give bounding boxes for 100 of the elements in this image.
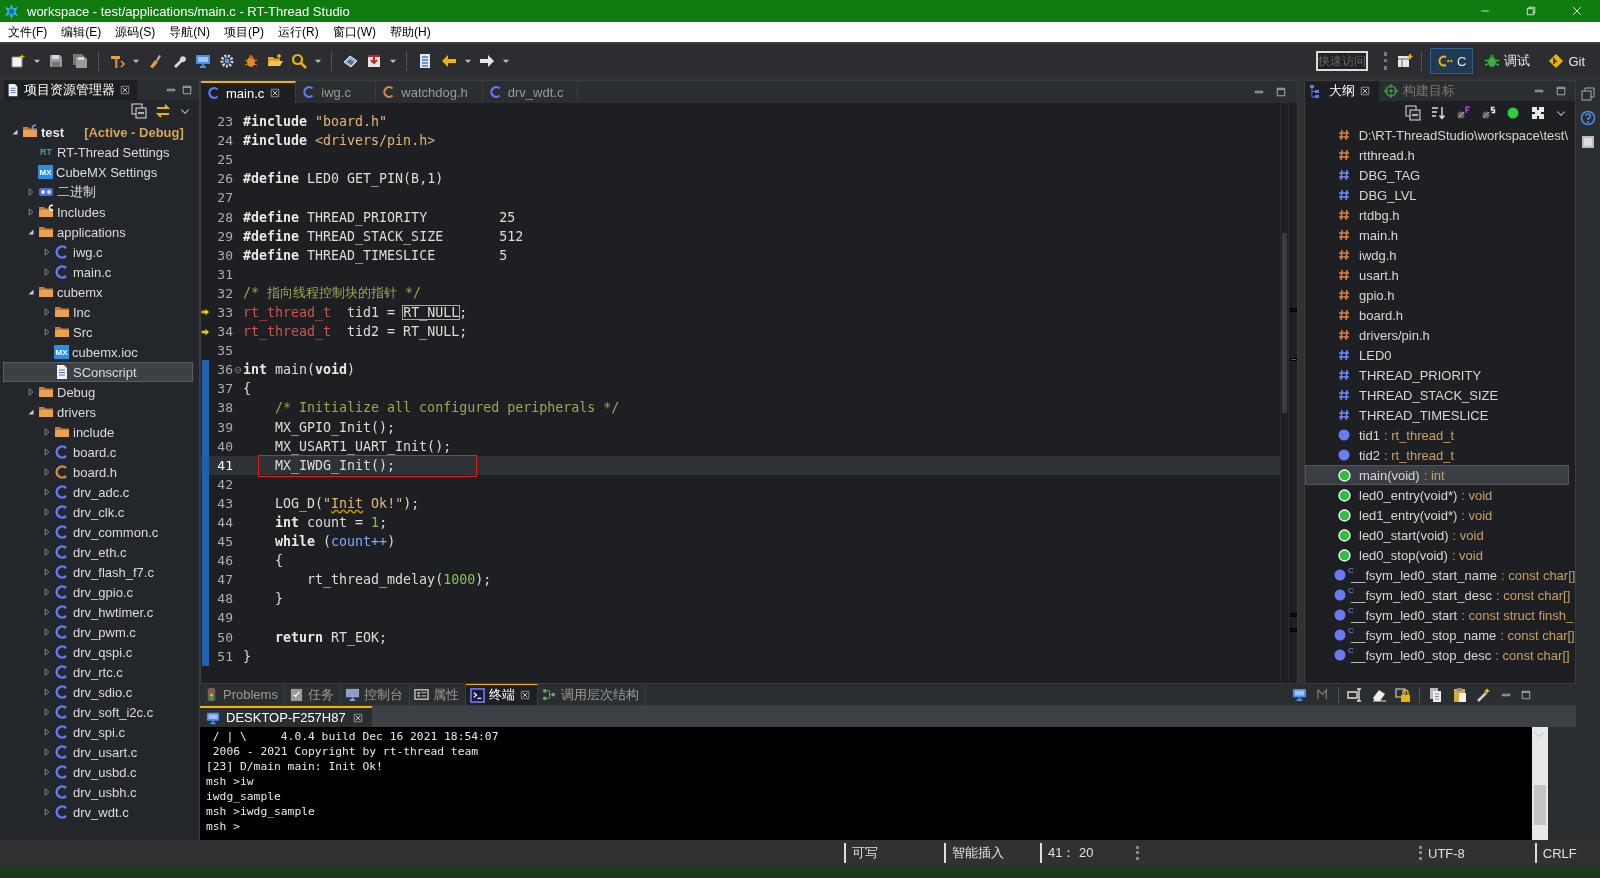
editor-tab[interactable]: watchdog.h [376, 81, 483, 103]
folder-icon[interactable] [267, 53, 283, 69]
tree-item-label: applications [57, 224, 126, 240]
cpp-icon [1437, 53, 1453, 69]
code-line: rt_thread_t tid1 = RT_NULL; [243, 305, 468, 320]
paste-icon[interactable] [1452, 686, 1468, 703]
close-icon[interactable] [269, 87, 282, 99]
outline-item-label[interactable]: LED0 [1359, 347, 1392, 363]
filter-dot-icon[interactable] [1505, 105, 1521, 121]
lock-icon[interactable] [1395, 686, 1411, 703]
menu-item[interactable]: 帮助(H) [383, 23, 438, 41]
wand-icon[interactable] [1476, 686, 1492, 703]
outline-item-label[interactable]: led0_start(void) [1359, 527, 1449, 543]
outline-item-label[interactable]: tid1 [1359, 427, 1380, 443]
outline-item-label[interactable]: __fsym_led0_start_desc [1351, 587, 1492, 603]
restore-icon[interactable] [1580, 86, 1596, 102]
outline-item-label[interactable]: led0_entry(void*) [1359, 487, 1458, 503]
outline-item-label[interactable]: tid2 [1359, 447, 1380, 463]
editor-tab[interactable]: drv_wdt.c [482, 81, 579, 103]
menu-item[interactable]: 项目(P) [217, 23, 271, 41]
outline-item-label[interactable]: led1_entry(void*) [1359, 507, 1458, 523]
selected-row-highlight[interactable]: SConscript [3, 362, 193, 382]
maximize-icon[interactable] [181, 84, 193, 96]
square-icon[interactable] [1580, 134, 1596, 150]
list-icon[interactable] [417, 53, 433, 69]
save-all-icon[interactable] [72, 53, 88, 69]
outline-item-label[interactable]: iwdg.h [1359, 247, 1397, 263]
chip-icon[interactable] [342, 53, 358, 69]
menu-item[interactable]: 源码(S) [108, 23, 163, 41]
close-icon[interactable] [351, 711, 364, 724]
hide-static-icon[interactable] [1480, 105, 1496, 121]
maximize-icon[interactable] [1275, 86, 1287, 98]
gear-icon[interactable] [219, 53, 235, 69]
search-icon[interactable] [291, 53, 307, 69]
forward-arrow-icon[interactable] [479, 53, 495, 69]
perspective-button[interactable]: C [1430, 48, 1474, 74]
new-file-icon[interactable] [10, 53, 26, 69]
perspective-button[interactable]: Git [1541, 48, 1592, 74]
maximize-icon[interactable] [1555, 85, 1567, 97]
close-icon[interactable] [119, 84, 131, 96]
outline-item-label[interactable]: rtthread.h [1359, 147, 1415, 163]
panel-tab[interactable]: 大纲 [1305, 81, 1379, 101]
selected-row-highlight[interactable]: main(void) : int [1305, 465, 1569, 485]
outline-item-label[interactable]: gpio.h [1359, 287, 1395, 303]
outline-item-label[interactable]: DBG_LVL [1359, 187, 1417, 203]
panel-tab[interactable]: 属性 [409, 684, 466, 705]
outline-item-label[interactable]: DBG_TAG [1359, 167, 1421, 183]
panel-tab[interactable]: 调用层次结构 [537, 684, 646, 705]
hide-fields-icon[interactable] [1455, 105, 1471, 121]
outline-item-label[interactable]: THREAD_TIMESLICE [1359, 407, 1489, 423]
panel-tab[interactable]: Problems [200, 684, 285, 705]
panel-tab[interactable]: 终端 [465, 684, 538, 705]
back-arrow-icon[interactable] [441, 53, 457, 69]
outline-item-label[interactable]: board.h [1359, 307, 1404, 323]
bug-icon[interactable] [243, 53, 259, 69]
save-icon[interactable] [48, 53, 64, 69]
perspective-button[interactable]: 调试 [1477, 48, 1538, 74]
perspective-icon[interactable] [1397, 53, 1413, 69]
collapse-all-icon[interactable] [131, 103, 147, 119]
puzzle-icon[interactable] [1530, 105, 1546, 121]
monitor-icon[interactable] [1292, 687, 1307, 702]
outline-item-label[interactable]: THREAD_PRIORITY [1359, 367, 1482, 383]
terminal-tab[interactable]: DESKTOP-F257H87 [200, 706, 372, 727]
download-icon[interactable] [366, 53, 382, 69]
monitor-icon[interactable] [195, 53, 211, 69]
close-icon[interactable] [518, 689, 531, 701]
outline-item-label[interactable]: THREAD_STACK_SIZE [1359, 387, 1499, 403]
editor-tab[interactable]: main.c [201, 81, 297, 103]
menu-item[interactable]: 文件(F) [1, 23, 55, 41]
panel-tab[interactable]: 项目资源管理器 [4, 80, 137, 100]
outline-item-label[interactable]: __fsym_led0_start_name [1351, 567, 1497, 583]
menu-item[interactable]: 编辑(E) [54, 23, 109, 41]
maximize-icon[interactable] [1520, 688, 1532, 701]
fold-icon[interactable] [233, 364, 243, 375]
close-icon[interactable] [1359, 85, 1371, 97]
line-number: 46 [216, 553, 233, 569]
editor-tab[interactable]: iwg.c [296, 81, 377, 103]
copy-icon[interactable] [1428, 686, 1444, 703]
collapse-all-icon[interactable] [1405, 105, 1421, 121]
scrollbar[interactable] [1532, 727, 1548, 840]
help-icon[interactable] [1580, 110, 1596, 126]
outline-item-label[interactable]: __fsym_led0_stop_name [1351, 627, 1497, 643]
menu-item[interactable]: 运行(R) [271, 23, 326, 41]
panel-tab[interactable]: 控制台 [340, 684, 410, 705]
outline-item-label[interactable]: main.h [1359, 227, 1399, 243]
broom-icon[interactable] [147, 53, 163, 69]
outline-item-label[interactable]: usart.h [1359, 267, 1399, 283]
outline-item-label[interactable]: rtdbg.h [1359, 207, 1400, 223]
sort-icon[interactable] [1430, 105, 1446, 121]
scroll-lock-icon[interactable] [1347, 686, 1363, 703]
outline-item-label[interactable]: main(void) [1359, 467, 1420, 483]
panel-tab[interactable]: 任务 [284, 684, 341, 705]
outline-item-label[interactable]: __fsym_led0_start [1351, 607, 1458, 623]
outline-item-label[interactable]: __fsym_led0_stop_desc [1351, 647, 1492, 663]
outline-item-label[interactable]: drivers/pin.h [1359, 327, 1430, 343]
link-editor-icon[interactable] [155, 103, 171, 119]
menu-item[interactable]: 窗口(W) [325, 23, 383, 41]
menu-item[interactable]: 导航(N) [162, 23, 217, 41]
outline-item-label[interactable]: D:\RT-ThreadStudio\workspace\test\ [1358, 127, 1568, 143]
outline-item-label[interactable]: led0_stop(void) [1359, 547, 1448, 563]
